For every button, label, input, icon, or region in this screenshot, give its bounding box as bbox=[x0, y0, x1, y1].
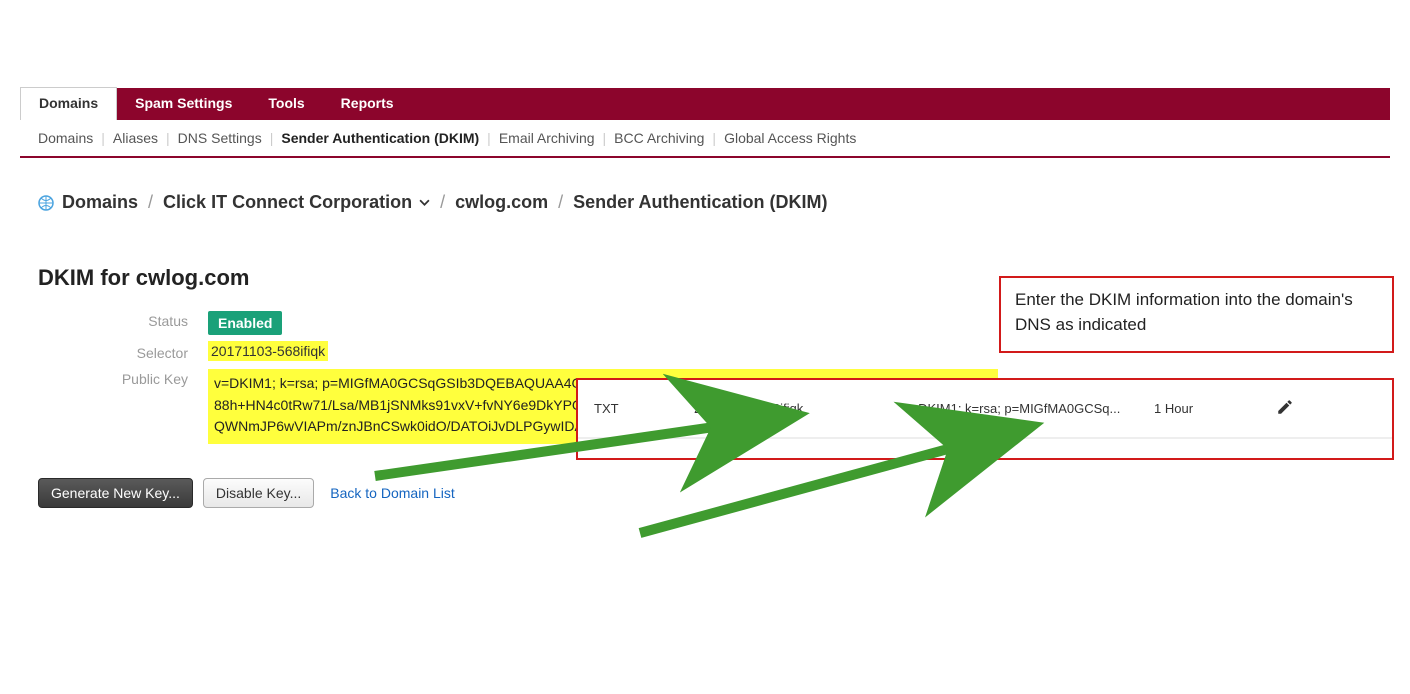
subnav-domains[interactable]: Domains bbox=[38, 130, 93, 146]
subnav-sep: | bbox=[603, 130, 607, 146]
back-to-domain-list-link[interactable]: Back to Domain List bbox=[330, 485, 455, 501]
instruction-text: Enter the DKIM information into the doma… bbox=[1015, 290, 1353, 334]
subnav-sep: | bbox=[270, 130, 274, 146]
tab-tools[interactable]: Tools bbox=[250, 88, 322, 120]
chevron-down-icon bbox=[419, 192, 430, 212]
subnav-sep: | bbox=[712, 130, 716, 146]
subnav-sep: | bbox=[166, 130, 170, 146]
dns-ttl: 1 Hour bbox=[1154, 401, 1254, 416]
subnav-sep: | bbox=[101, 130, 105, 146]
disable-key-button[interactable]: Disable Key... bbox=[203, 478, 314, 508]
sub-nav: Domains | Aliases | DNS Settings | Sende… bbox=[20, 120, 1390, 158]
breadcrumb-page: Sender Authentication (DKIM) bbox=[573, 192, 827, 213]
subnav-aliases[interactable]: Aliases bbox=[113, 130, 158, 146]
label-selector: Selector bbox=[38, 339, 208, 361]
subnav-sender-auth[interactable]: Sender Authentication (DKIM) bbox=[281, 130, 479, 146]
instruction-callout: Enter the DKIM information into the doma… bbox=[999, 276, 1394, 353]
tab-domains[interactable]: Domains bbox=[20, 87, 117, 120]
dns-type: TXT bbox=[594, 401, 694, 416]
label-status: Status bbox=[38, 307, 208, 329]
selector-value: 20171103-568ifiqk bbox=[208, 341, 328, 361]
breadcrumb-domain[interactable]: cwlog.com bbox=[455, 192, 548, 213]
subnav-email-archiving[interactable]: Email Archiving bbox=[499, 130, 595, 146]
status-badge: Enabled bbox=[208, 311, 282, 335]
subnav-sep: | bbox=[487, 130, 491, 146]
dns-value: v=DKIM1; k=rsa; p=MIGfMA0GCSq... bbox=[904, 401, 1154, 416]
nav-tabs: Domains Spam Settings Tools Reports bbox=[20, 88, 1390, 120]
globe-icon bbox=[38, 195, 54, 211]
breadcrumb-org[interactable]: Click IT Connect Corporation bbox=[163, 192, 430, 213]
breadcrumb-sep: / bbox=[440, 192, 445, 213]
tab-spam-settings[interactable]: Spam Settings bbox=[117, 88, 250, 120]
subnav-global-access[interactable]: Global Access Rights bbox=[724, 130, 856, 146]
label-publickey: Public Key bbox=[38, 365, 208, 387]
breadcrumb: Domains / Click IT Connect Corporation /… bbox=[38, 192, 1390, 213]
dns-name: 20171103−568ifiqk bbox=[694, 401, 904, 416]
breadcrumb-sep: / bbox=[558, 192, 563, 213]
button-row: Generate New Key... Disable Key... Back … bbox=[38, 478, 1390, 508]
subnav-dns-settings[interactable]: DNS Settings bbox=[178, 130, 262, 146]
edit-icon[interactable] bbox=[1276, 398, 1294, 419]
dns-record-callout: TXT 20171103−568ifiqk v=DKIM1; k=rsa; p=… bbox=[576, 378, 1394, 460]
breadcrumb-org-label: Click IT Connect Corporation bbox=[163, 192, 412, 212]
dns-record-row: TXT 20171103−568ifiqk v=DKIM1; k=rsa; p=… bbox=[578, 380, 1392, 438]
generate-new-key-button[interactable]: Generate New Key... bbox=[38, 478, 193, 508]
breadcrumb-root[interactable]: Domains bbox=[62, 192, 138, 213]
tab-reports[interactable]: Reports bbox=[323, 88, 412, 120]
breadcrumb-sep: / bbox=[148, 192, 153, 213]
subnav-bcc-archiving[interactable]: BCC Archiving bbox=[614, 130, 704, 146]
